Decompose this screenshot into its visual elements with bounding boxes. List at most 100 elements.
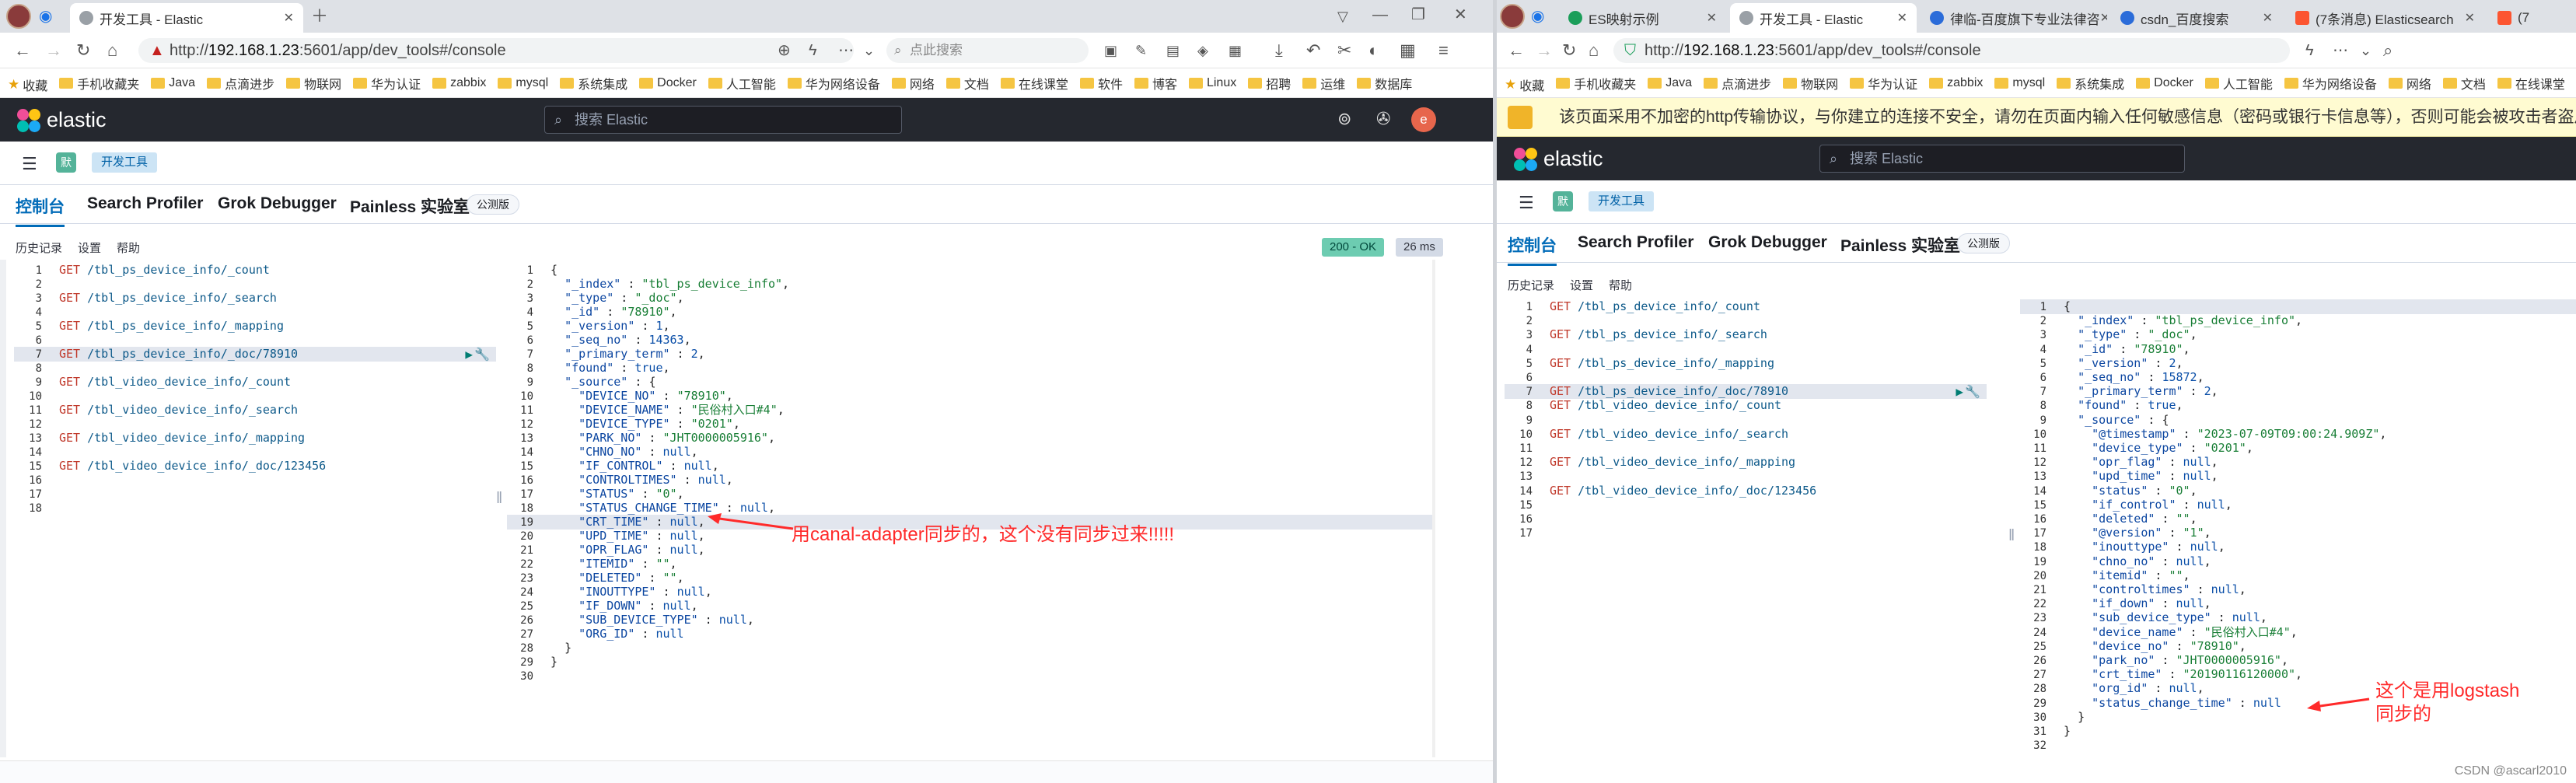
bookmark-item[interactable]: Docker — [639, 68, 697, 97]
hamburger-menu-icon[interactable]: ☰ — [1519, 193, 1534, 213]
request-line[interactable]: 10 — [14, 389, 496, 404]
tab-dev-tools[interactable]: 开发工具 - Elastic ✕ — [70, 3, 303, 33]
request-line[interactable]: 6 — [14, 333, 496, 348]
back-icon[interactable]: ← — [14, 40, 31, 61]
request-line[interactable]: 9 GET /tbl_video_device_info/_count — [14, 375, 496, 390]
help-link[interactable]: 帮助 — [117, 239, 140, 256]
panel-resizer[interactable]: ‖ — [2008, 527, 2015, 545]
tab-csdn-elasticsearch[interactable]: (7条消息) Elasticsearch ✕ — [2286, 3, 2484, 33]
tab-close-icon[interactable]: ✕ — [1897, 10, 1907, 26]
bookmark-item[interactable]: 点滴进步 — [1704, 68, 1771, 97]
extension-icon-2[interactable]: ✎ — [1135, 40, 1147, 61]
tab-console[interactable]: 控制台 — [16, 194, 65, 227]
scrollbar[interactable] — [1432, 260, 1435, 757]
request-editor[interactable]: 1 GET /tbl_ps_device_info/_count 2 3 GET /tb… — [14, 263, 496, 760]
wrench-icon[interactable]: 🔧 — [1965, 384, 1980, 399]
bookmark-item[interactable]: 华为认证 — [353, 68, 421, 97]
bookmark-item[interactable]: Java — [151, 68, 195, 97]
bookmark-item[interactable]: Java — [1648, 68, 1692, 97]
tab-close-icon[interactable]: ✕ — [1707, 10, 1717, 26]
wrench-icon[interactable]: 🔧 — [474, 347, 490, 362]
more-icon[interactable]: ⋯ — [2333, 40, 2348, 61]
tab-painless-lab[interactable]: Painless 实验室 — [350, 194, 470, 218]
tab-close-icon[interactable]: ✕ — [284, 10, 294, 26]
bookmark-item[interactable]: 数据库 — [1357, 68, 1412, 97]
request-line[interactable]: 11 GET /tbl_video_device_info/_search — [14, 403, 496, 418]
request-line[interactable]: 8 — [14, 361, 496, 376]
tab-close-icon[interactable]: ✕ — [2100, 10, 2107, 26]
settings-link[interactable]: 设置 — [1570, 277, 1593, 293]
flash-icon[interactable]: ϟ — [2305, 40, 2314, 61]
close-window-icon[interactable]: ✕ — [1454, 5, 1467, 25]
tab-console[interactable]: 控制台 — [1508, 233, 1557, 266]
apps-icon[interactable]: ▦ — [1400, 40, 1416, 61]
bookmark-item[interactable]: mysql — [498, 68, 548, 97]
chevron-down-icon[interactable]: ⌄ — [2360, 40, 2372, 61]
help-icon[interactable]: ⊚ — [1337, 109, 1351, 129]
breadcrumb[interactable]: 开发工具 — [92, 152, 158, 173]
help-link[interactable]: 帮助 — [1609, 277, 1632, 293]
request-line[interactable]: 2 — [1505, 313, 1987, 328]
request-line[interactable]: 7 GET /tbl_ps_device_info/_doc/78910 ▶ 🔧 — [1505, 384, 1987, 400]
bookmark-item[interactable]: 文档 — [945, 68, 989, 97]
bookmark-item[interactable]: 博客 — [1134, 68, 1177, 97]
bookmark-item[interactable]: 系统集成 — [2057, 68, 2124, 97]
bookmark-item[interactable]: Linux — [1188, 68, 1236, 97]
request-line[interactable]: 9 — [1505, 413, 1987, 428]
request-line[interactable]: 8 GET /tbl_video_device_info/_count — [1505, 398, 1987, 413]
chevron-down-icon[interactable]: ⌄ — [863, 40, 875, 61]
play-icon[interactable]: ▶ — [465, 347, 473, 362]
bookmark-item[interactable]: 系统集成 — [560, 68, 627, 97]
download-icon[interactable]: ⤓ — [1275, 40, 1283, 61]
request-line[interactable]: 5 GET /tbl_ps_device_info/_mapping — [14, 319, 496, 334]
tab-grok-debugger[interactable]: Grok Debugger — [1708, 233, 1827, 252]
tab-close-icon[interactable]: ✕ — [2465, 10, 2475, 26]
new-tab-button[interactable]: ＋ — [311, 6, 328, 26]
request-line[interactable]: 17 — [14, 487, 496, 502]
bookmark-item[interactable]: 手机收藏夹 — [1556, 68, 1636, 97]
request-line[interactable]: 13 GET /tbl_video_device_info/_mapping — [14, 431, 496, 446]
url-field[interactable]: ⛉ http://192.168.1.23:5601/app/dev_tools… — [1613, 38, 2290, 63]
tab-grok-debugger[interactable]: Grok Debugger — [218, 194, 337, 213]
home-icon[interactable]: ⌂ — [1589, 40, 1599, 61]
user-avatar[interactable]: e — [1411, 107, 1436, 132]
reload-icon[interactable]: ↻ — [76, 40, 90, 61]
space-avatar[interactable]: 默 — [1553, 191, 1573, 211]
profile-avatar[interactable] — [1500, 4, 1525, 29]
reload-icon[interactable]: ↻ — [1562, 40, 1576, 61]
tab-csdn-search[interactable]: csdn_百度搜索 ✕ — [2111, 3, 2282, 33]
bookmark-item[interactable]: ★ 收藏 — [1505, 70, 1544, 97]
browser-extension-icon[interactable]: ◉ — [39, 6, 52, 26]
request-line[interactable]: 16 — [14, 473, 496, 488]
edge-icon[interactable]: ◐ — [1368, 40, 1379, 61]
bookmark-item[interactable]: 招聘 — [1248, 68, 1291, 97]
zoom-icon[interactable]: ⊕ — [778, 40, 791, 61]
tab-csdn-more[interactable]: (7 — [2488, 3, 2576, 33]
bookmark-item[interactable]: 在线课堂 — [2497, 68, 2565, 97]
extension-icon-1[interactable]: ▣ — [1104, 40, 1117, 61]
breadcrumb[interactable]: 开发工具 — [1589, 191, 1655, 211]
bookmark-item[interactable]: mysql — [1994, 68, 2045, 97]
request-line[interactable]: 14 GET /tbl_video_device_info/_doc/123456 — [1505, 484, 1987, 498]
request-line[interactable]: 1 GET /tbl_ps_device_info/_count — [14, 263, 496, 278]
bookmark-item[interactable]: 人工智能 — [708, 68, 776, 97]
bookmark-item[interactable]: ★ 收藏 — [8, 70, 47, 97]
bookmark-item[interactable]: Docker — [2136, 68, 2193, 97]
tab-lvlin[interactable]: 律临-百度旗下专业法律咨 ✕ — [1921, 3, 2107, 33]
tab-search-icon[interactable]: ▽ — [1337, 6, 1348, 26]
browser-extension-icon[interactable]: ◉ — [1531, 6, 1544, 26]
forward-icon[interactable]: → — [1536, 40, 1553, 61]
bookmark-item[interactable]: 软件 — [1079, 68, 1123, 97]
elastic-search-input[interactable]: ⌕ 搜索 Elastic — [1819, 145, 2185, 173]
url-field[interactable]: ▲ http://192.168.1.23:5601/app/dev_tools… — [138, 38, 854, 63]
bookmark-item[interactable]: 在线课堂 — [1000, 68, 1068, 97]
request-line[interactable]: 14 — [14, 445, 496, 460]
home-icon[interactable]: ⌂ — [107, 40, 117, 61]
bookmark-item[interactable]: 网络 — [891, 68, 935, 97]
elastic-search-input[interactable]: ⌕ 搜索 Elastic — [544, 106, 902, 134]
undo-icon[interactable]: ↶ — [1306, 40, 1320, 61]
request-line[interactable]: 3 GET /tbl_ps_device_info/_search — [1505, 327, 1987, 342]
history-link[interactable]: 历史记录 — [1508, 277, 1554, 293]
request-line[interactable]: 3 GET /tbl_ps_device_info/_search — [14, 291, 496, 306]
request-line[interactable]: 17 — [1505, 526, 1987, 540]
